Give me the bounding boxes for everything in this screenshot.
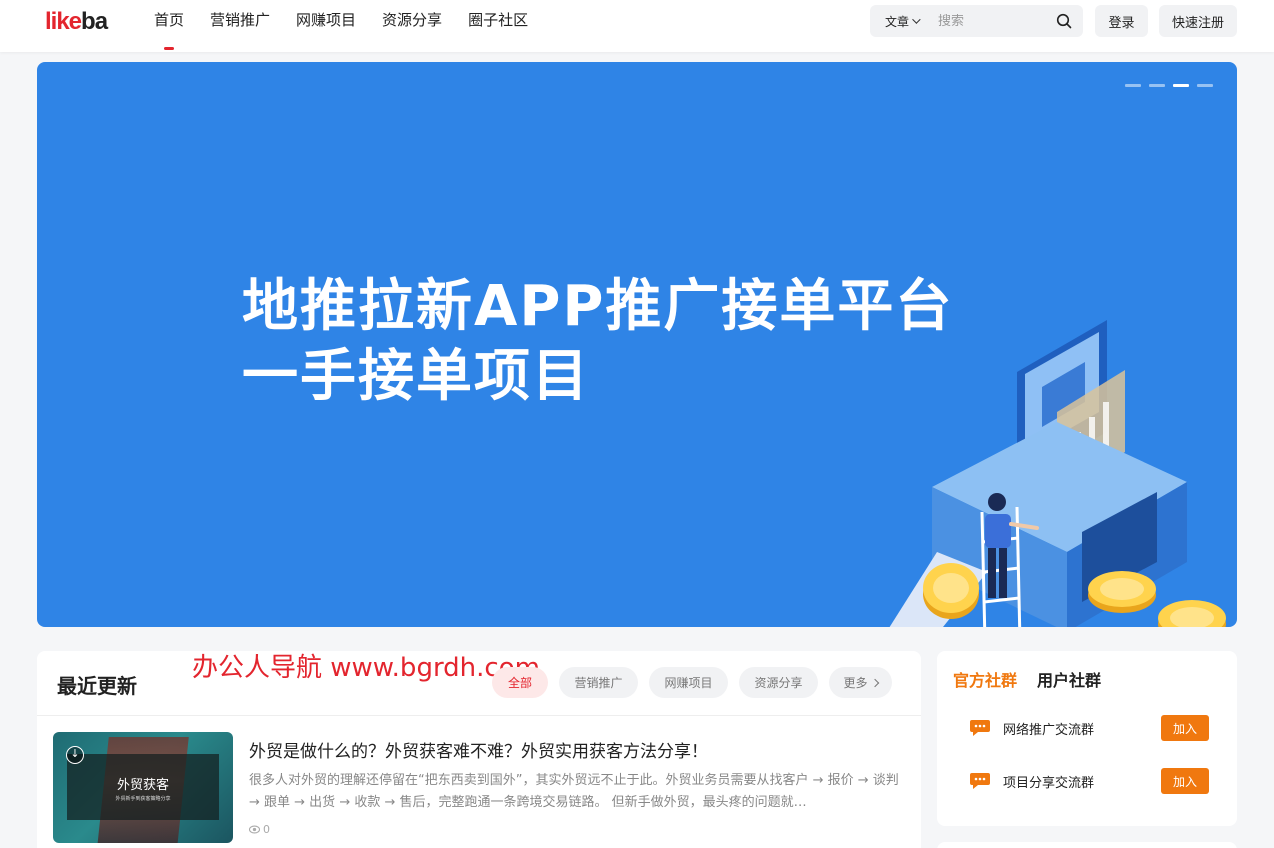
search-type-dropdown[interactable]: 文章 <box>870 13 930 30</box>
register-button[interactable]: 快速注册 <box>1159 5 1237 37</box>
search-type-label: 文章 <box>885 14 910 29</box>
post-views: 0 <box>249 823 270 836</box>
community-card: 官方社群 用户社群 网络推广交流群 加入 项目分享交流群 加入 <box>937 651 1237 826</box>
hero-banner[interactable]: 地推拉新APP推广接单平台 一手接单项目 <box>37 62 1237 627</box>
chat-bubble-icon <box>970 720 990 736</box>
chat-bubble-icon <box>970 773 990 789</box>
join-button[interactable]: 加入 <box>1161 768 1209 794</box>
section-divider <box>37 715 921 716</box>
tab-official-groups[interactable]: 官方社群 <box>953 667 1017 691</box>
thumbnail-subtitle: 外贸新手到获客策略分享 <box>115 796 171 802</box>
filter-earn[interactable]: 网赚项目 <box>649 667 728 698</box>
tab-user-groups[interactable]: 用户社群 <box>1037 667 1101 691</box>
thumbnail-title: 外贸获客 <box>116 778 169 793</box>
community-tabs: 官方社群 用户社群 <box>953 667 1121 691</box>
post-thumbnail[interactable]: 外贸获客 外贸新手到获客策略分享 ↓ <box>53 732 233 843</box>
login-button[interactable]: 登录 <box>1095 5 1148 37</box>
carousel-dot[interactable] <box>1197 84 1213 87</box>
thumbnail-caption: 外贸获客 外贸新手到获客策略分享 <box>67 754 219 820</box>
nav-item-community[interactable]: 圈子社区 <box>468 0 528 52</box>
filter-more[interactable]: 更多 <box>829 667 892 698</box>
main-nav: 首页 营销推广 网赚项目 资源分享 圈子社区 <box>154 0 554 52</box>
banner-illustration <box>889 320 1226 627</box>
join-button[interactable]: 加入 <box>1161 715 1209 741</box>
section-title: 最近更新 <box>57 674 137 698</box>
post-excerpt: 很多人对外贸的理解还停留在“把东西卖到国外”，其实外贸远不止于此。外贸业务员需要… <box>249 773 899 810</box>
carousel-dots <box>1117 84 1213 87</box>
site-logo[interactable]: likeba <box>45 8 108 36</box>
logo-part-like: like <box>45 8 82 35</box>
post-title-link[interactable]: 外贸是做什么的？外贸获客难不难？外贸实用获客方法分享！ <box>249 737 708 762</box>
search-icon[interactable] <box>1056 13 1072 29</box>
nav-item-resources[interactable]: 资源分享 <box>382 0 442 52</box>
filter-marketing[interactable]: 营销推广 <box>559 667 638 698</box>
filter-resources[interactable]: 资源分享 <box>739 667 818 698</box>
carousel-dot[interactable] <box>1149 84 1165 87</box>
views-count: 0 <box>263 823 270 836</box>
nav-item-home[interactable]: 首页 <box>154 0 184 52</box>
nav-item-earn[interactable]: 网赚项目 <box>296 0 356 52</box>
group-name: 项目分享交流群 <box>1003 775 1095 791</box>
nav-item-marketing[interactable]: 营销推广 <box>210 0 270 52</box>
search-input[interactable] <box>938 13 1048 29</box>
group-name: 网络推广交流群 <box>1003 722 1095 738</box>
filter-more-label: 更多 <box>843 676 868 690</box>
chevron-down-icon <box>912 15 921 24</box>
group-row: 项目分享交流群 加入 <box>969 768 1209 794</box>
search-box: 文章 <box>870 5 1083 37</box>
top-header: likeba 首页 营销推广 网赚项目 资源分享 圈子社区 文章 登录 快速注册 <box>0 0 1274 52</box>
category-filters: 全部 营销推广 网赚项目 资源分享 更多 <box>492 667 903 698</box>
logo-part-ba: ba <box>81 8 108 35</box>
filter-all[interactable]: 全部 <box>492 667 548 698</box>
carousel-dot-active[interactable] <box>1173 84 1189 87</box>
eye-icon <box>249 825 260 834</box>
carousel-dot[interactable] <box>1125 84 1141 87</box>
download-icon: ↓ <box>66 746 84 764</box>
recent-updates-card: 最近更新 办公人导航 www.bgrdh.com 全部 营销推广 网赚项目 资源… <box>37 651 921 848</box>
group-row: 网络推广交流群 加入 <box>969 715 1209 741</box>
side-card-next <box>937 842 1237 848</box>
watermark-text: 办公人导航 www.bgrdh.com <box>192 653 540 683</box>
chevron-right-icon <box>870 678 879 687</box>
